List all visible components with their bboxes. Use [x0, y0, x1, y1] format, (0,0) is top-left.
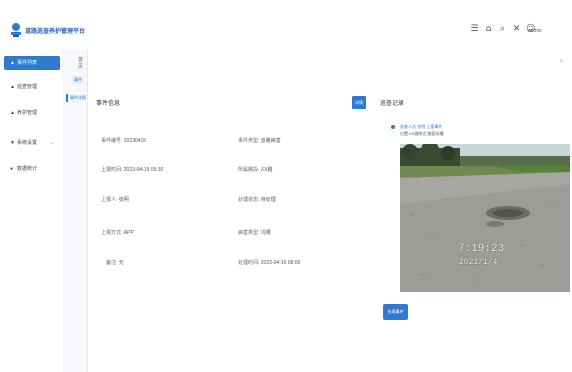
- field-value: XX路: [260, 167, 273, 173]
- home-icon: ▲: [10, 60, 15, 66]
- field-label: 上报方式:: [101, 230, 123, 236]
- sidebar-item-label: 巡查管理: [17, 84, 38, 90]
- sidebar-item-label: 数据统计: [17, 166, 38, 172]
- sidebar-item-patrol[interactable]: ▲ 巡查管理: [4, 80, 60, 94]
- field-report-time: 上报时间: 2023-04-15 09:30: [101, 166, 163, 173]
- field-report-method: 上报方式: APP: [101, 229, 134, 236]
- close-panel-icon[interactable]: ›: [560, 56, 563, 65]
- sidebar-item-settings[interactable]: ▼ 系统设置 ⌄: [4, 136, 60, 150]
- record-entry-title[interactable]: 巡查人员 张明 上报事件: [400, 124, 442, 130]
- field-value: 2023-04-15 09:30: [123, 167, 164, 173]
- field-value: 2023-04-16 08:00: [260, 260, 301, 266]
- sidebar-item-label: 系统设置: [17, 140, 38, 146]
- timeline-dot: [391, 125, 395, 129]
- sub-navigation: 首页 事件 事件详情: [62, 50, 88, 372]
- sidebar-item-stats[interactable]: ● 数据统计: [4, 162, 60, 176]
- field-label: 处理状态:: [238, 197, 260, 203]
- road-damage-photo[interactable]: [400, 144, 570, 292]
- patrol-record-title: 巡查记录: [380, 101, 405, 107]
- menu-icon[interactable]: ☰: [470, 24, 479, 34]
- app-title: 道路巡查养护管理平台: [25, 29, 86, 35]
- top-header: 道路巡查养护管理平台 ☰ ⌂ ⌕ ✕ ☺ admin: [0, 0, 572, 50]
- field-reporter: 上报人: 张明: [101, 196, 129, 203]
- breadcrumb-home[interactable]: 首页: [78, 56, 87, 70]
- field-value: 张明: [118, 197, 129, 203]
- header-toolbar: ☰ ⌂ ⌕ ✕ ☺: [470, 24, 535, 34]
- page: 道路巡查养护管理平台 ☰ ⌂ ⌕ ✕ ☺ admin ▲ 事件列表 ▲ 巡查管理 ▲…: [0, 0, 572, 372]
- sidebar: ▲ 事件列表 ▲ 巡查管理 ▲ 养护管理 ▼ 系统设置 ⌄ ● 数据统计: [0, 50, 62, 372]
- record-entry-subtitle: 位置:XX路附近 路面坑槽: [400, 131, 444, 136]
- field-label: 备注:: [106, 260, 118, 266]
- chevron-down-icon: ⌄: [49, 140, 54, 146]
- sidebar-item-label: 事件列表: [17, 60, 38, 66]
- field-label: 病害类型:: [238, 230, 260, 236]
- field-value: 无: [118, 260, 124, 266]
- field-label: 所属路段:: [238, 167, 260, 173]
- tab-events[interactable]: 事件: [72, 76, 84, 84]
- process-event-button[interactable]: 处理事件: [383, 304, 408, 320]
- user-icon: ▲: [10, 84, 15, 90]
- chart-icon: ●: [10, 166, 14, 172]
- home-icon[interactable]: ⌂: [484, 24, 493, 34]
- user-icon: ▲: [10, 110, 15, 116]
- close-icon[interactable]: ✕: [512, 24, 521, 34]
- user-name[interactable]: admin: [528, 28, 542, 34]
- event-info-title: 事件信息: [96, 101, 121, 107]
- sidebar-item-label: 养护管理: [17, 110, 38, 116]
- field-label: 上报人:: [101, 197, 118, 203]
- detail-button[interactable]: 详情: [352, 96, 366, 109]
- sidebar-item-maintenance[interactable]: ▲ 养护管理: [4, 106, 60, 120]
- sidebar-item-events[interactable]: ▲ 事件列表: [4, 56, 60, 70]
- field-status: 处理状态: 待处理: [238, 196, 276, 203]
- field-label: 事件编号:: [101, 138, 123, 144]
- subnav-item-detail[interactable]: 事件详情: [66, 94, 86, 102]
- gear-icon: ▼: [10, 140, 15, 146]
- search-icon[interactable]: ⌕: [498, 24, 507, 34]
- photo-timestamp: 7:19:23: [458, 243, 505, 255]
- field-value: 待处理: [260, 197, 276, 203]
- field-label: 事件类型:: [238, 138, 260, 144]
- app-logo-icon: [11, 23, 21, 37]
- field-event-type: 事件类型: 道路病害: [238, 137, 281, 144]
- field-remark: 备注: 无: [106, 259, 124, 266]
- field-value: 坑槽: [260, 230, 271, 236]
- photo-date: 2021/1/4: [459, 258, 498, 267]
- field-label: 上报时间:: [101, 167, 123, 173]
- field-value: 20230415: [123, 138, 147, 144]
- field-road-section: 所属路段: XX路: [238, 166, 272, 173]
- field-event-id: 事件编号: 20230415: [101, 137, 146, 144]
- field-value: APP: [123, 230, 134, 236]
- field-damage-type: 病害类型: 坑槽: [238, 229, 271, 236]
- field-process-time: 处理时间: 2023-04-16 08:00: [238, 259, 300, 266]
- field-value: 道路病害: [260, 138, 281, 144]
- field-label: 处理时间:: [238, 260, 260, 266]
